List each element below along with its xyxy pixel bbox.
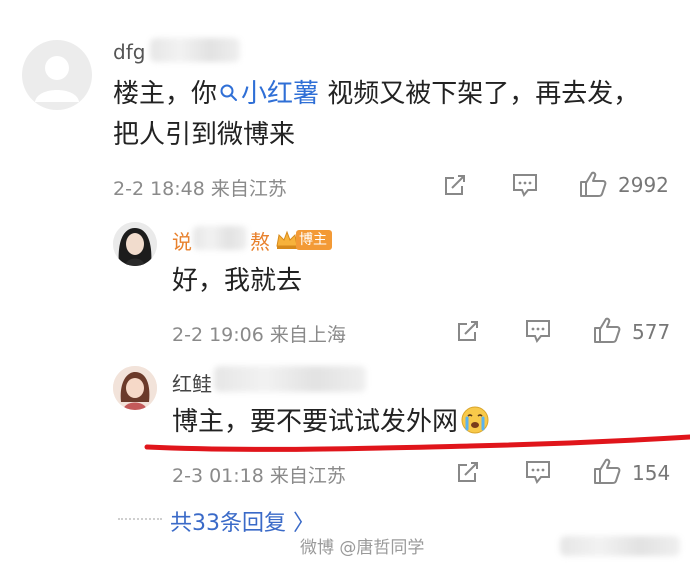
thumbs-up-icon[interactable] — [592, 315, 622, 345]
crying-emoji-icon — [461, 406, 489, 434]
author-badge: 博主 — [274, 228, 332, 252]
reply-time: 2-3 01:18 — [172, 465, 264, 487]
author-avatar-image — [113, 222, 157, 266]
default-avatar-icon — [35, 56, 79, 102]
reply-text: 好，我就去 — [172, 266, 303, 296]
username-blur — [193, 226, 247, 250]
replier-username-prefix[interactable]: 红鲑 — [172, 368, 212, 397]
comment-text-before-topic: 楼主，你 — [113, 79, 218, 109]
author-username-suffix[interactable]: 熬 — [250, 226, 270, 255]
comment-text-line2: 把人引到微博来 — [113, 120, 296, 150]
share-icon[interactable] — [442, 172, 468, 198]
comment-meta: 2-2 18:48 来自江苏 — [113, 174, 287, 201]
avatar-author[interactable] — [113, 222, 157, 266]
topic-label: 小红薯 — [241, 79, 320, 109]
like-count: 577 — [632, 320, 671, 344]
comment-time: 2-2 18:48 — [113, 178, 205, 200]
thumbs-up-icon[interactable] — [578, 169, 608, 199]
reply-location: 来自江苏 — [269, 465, 346, 487]
thumbs-up-icon[interactable] — [592, 456, 622, 486]
avatar-replier[interactable] — [113, 366, 157, 410]
comment-location: 来自江苏 — [210, 178, 287, 200]
topic-link[interactable]: 小红薯 — [217, 79, 319, 109]
reply-meta: 2-2 19:06 来自上海 — [172, 320, 346, 347]
comment-text-line1: 楼主，你 小红薯 视频又被下架了，再去发， — [113, 75, 639, 113]
like-count: 2992 — [618, 173, 669, 197]
reply-text: 博主，要不要试试发外网 — [172, 403, 490, 441]
reply-time: 2-2 19:06 — [172, 324, 264, 346]
comment-text-after-topic: 视频又被下架了，再去发， — [319, 79, 640, 109]
watermark: 微博 @唐哲同学 — [300, 538, 425, 558]
watermark-blur — [560, 536, 680, 556]
author-username-prefix[interactable]: 说 — [172, 226, 192, 255]
replier-avatar-image — [113, 366, 157, 410]
more-replies-link[interactable]: 共33条回复 〉 — [170, 505, 315, 537]
comment-icon[interactable] — [524, 318, 552, 344]
reply-meta: 2-3 01:18 来自江苏 — [172, 461, 346, 488]
badge-label: 博主 — [296, 230, 332, 250]
comment-icon[interactable] — [524, 459, 552, 485]
search-icon — [220, 84, 238, 101]
reply-location: 来自上海 — [269, 324, 346, 346]
share-icon[interactable] — [455, 459, 481, 485]
comment-username[interactable]: dfg — [113, 40, 145, 64]
avatar-default[interactable] — [22, 40, 92, 110]
divider — [118, 518, 162, 520]
share-icon[interactable] — [455, 318, 481, 344]
username-blur — [150, 38, 240, 62]
comment-icon[interactable] — [511, 172, 539, 198]
username-blur — [214, 366, 366, 392]
reply-text-content: 博主，要不要试试发外网 — [172, 407, 459, 437]
like-count: 154 — [632, 461, 671, 485]
